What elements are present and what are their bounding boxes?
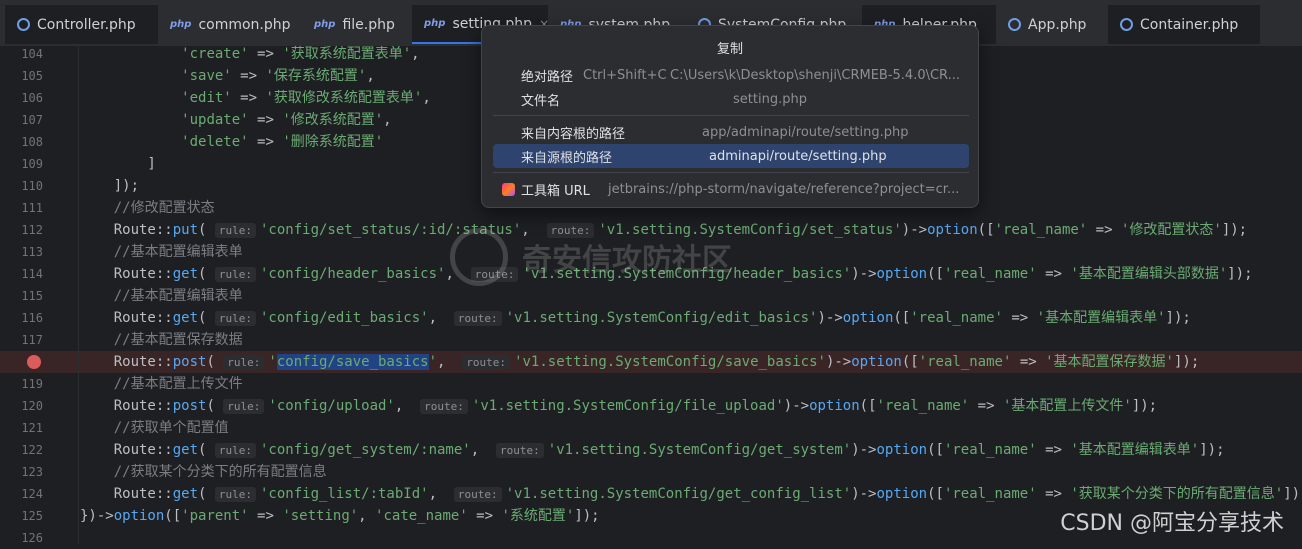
menu-item-label: 来自内容根的路径 bbox=[521, 126, 626, 142]
code-comment: //获取单个配置值 bbox=[80, 420, 229, 436]
line-number: 116 bbox=[21, 311, 43, 325]
code-comment: //修改配置状态 bbox=[80, 200, 215, 216]
tab-container[interactable]: Container.php bbox=[1108, 5, 1260, 44]
menu-item-absolute-path[interactable]: 绝对路径 Ctrl+Shift+C C:\Users\k\Desktop\she… bbox=[493, 63, 969, 87]
code-text: 'edit' => '获取修改系统配置表单', bbox=[181, 90, 431, 106]
menu-item-toolbox-url[interactable]: 工具箱 URL jetbrains://php-storm/navigate/r… bbox=[493, 177, 969, 201]
line-number: 125 bbox=[21, 509, 43, 523]
code-line[interactable]: 121 //获取单个配置值 bbox=[0, 417, 1302, 439]
line-number: 120 bbox=[21, 399, 43, 413]
code-text: Route::post( rule:'config/save_basics', … bbox=[80, 354, 1200, 370]
tab-label: common.php bbox=[198, 16, 291, 33]
code-text: Route::get( rule:'config/edit_basics', r… bbox=[80, 310, 1191, 326]
line-number: 123 bbox=[21, 465, 43, 479]
code-line[interactable]: 123 //获取某个分类下的所有配置信息 bbox=[0, 461, 1302, 483]
code-text: ] bbox=[80, 156, 156, 172]
code-text: Route::post( rule:'config/upload', route… bbox=[80, 398, 1158, 414]
php-icon: php bbox=[170, 19, 192, 30]
code-line[interactable]: 117 //基本配置保存数据 bbox=[0, 329, 1302, 351]
tab-label: App.php bbox=[1028, 16, 1087, 33]
line-number: 112 bbox=[21, 223, 43, 237]
code-line[interactable]: 124 Route::get( rule:'config_list/:tabId… bbox=[0, 483, 1302, 505]
watermark: 奇安信攻防社区 bbox=[450, 228, 732, 286]
copy-path-popup: 复制 绝对路径 Ctrl+Shift+C C:\Users\k\Desktop\… bbox=[481, 25, 979, 208]
code-comment: //基本配置上传文件 bbox=[80, 376, 243, 392]
menu-item-value: adminapi/route/setting.php bbox=[709, 148, 887, 164]
tab-file[interactable]: php file.php bbox=[302, 5, 412, 44]
menu-item-value: setting.php bbox=[733, 91, 807, 107]
tab-app[interactable]: App.php bbox=[996, 5, 1108, 44]
tab-label: file.php bbox=[342, 16, 395, 33]
code-text: 'delete' => '删除系统配置' bbox=[181, 134, 384, 150]
tab-label: Container.php bbox=[1140, 16, 1239, 33]
tab-controller[interactable]: Controller.php bbox=[5, 5, 158, 44]
line-number: 114 bbox=[21, 267, 43, 281]
line-number: 117 bbox=[21, 333, 43, 347]
code-text: 'create' => '获取系统配置表单', bbox=[181, 46, 420, 62]
line-number: 105 bbox=[21, 69, 43, 83]
line-number: 113 bbox=[21, 245, 43, 259]
line-number: 104 bbox=[21, 47, 43, 61]
code-comment: //获取某个分类下的所有配置信息 bbox=[80, 464, 327, 480]
code-line[interactable]: 115 //基本配置编辑表单 bbox=[0, 285, 1302, 307]
code-comment: //基本配置编辑表单 bbox=[80, 244, 243, 260]
line-number: 119 bbox=[21, 377, 43, 391]
menu-item-label: 绝对路径 bbox=[521, 69, 574, 85]
line-number: 106 bbox=[21, 91, 43, 105]
gutter-divider bbox=[78, 46, 79, 544]
menu-item-source-root-path[interactable]: 来自源根的路径 adminapi/route/setting.php bbox=[493, 144, 969, 168]
menu-separator bbox=[493, 172, 969, 173]
code-line[interactable]: 119 //基本配置上传文件 bbox=[0, 373, 1302, 395]
line-number: 111 bbox=[21, 201, 43, 215]
menu-item-label: 文件名 bbox=[521, 93, 561, 109]
code-line[interactable]: 120 Route::post( rule:'config/upload', r… bbox=[0, 395, 1302, 417]
menu-item-value: app/adminapi/route/setting.php bbox=[702, 124, 909, 140]
class-icon bbox=[1008, 18, 1021, 31]
line-number: 108 bbox=[21, 135, 43, 149]
jetbrains-toolbox-icon bbox=[502, 182, 515, 196]
menu-item-value: C:\Users\k\Desktop\shenji\CRMEB-5.4.0\CR… bbox=[670, 67, 961, 83]
tab-common[interactable]: php common.php bbox=[158, 5, 296, 44]
popup-title: 复制 bbox=[716, 42, 743, 57]
watermark-text: 奇安信攻防社区 bbox=[522, 243, 732, 278]
php-icon: php bbox=[314, 19, 336, 30]
code-text: ]); bbox=[80, 178, 140, 194]
line-number: 107 bbox=[21, 113, 43, 127]
breakpoint-icon[interactable] bbox=[27, 355, 41, 369]
code-text: Route::get( rule:'config_list/:tabId', r… bbox=[80, 486, 1302, 502]
menu-item-shortcut: Ctrl+Shift+C bbox=[583, 67, 667, 83]
line-number: 124 bbox=[21, 487, 43, 501]
menu-item-value: jetbrains://php-storm/navigate/reference… bbox=[608, 181, 960, 197]
line-number: 110 bbox=[21, 179, 43, 193]
line-number: 126 bbox=[21, 531, 43, 545]
line-number: 122 bbox=[21, 443, 43, 457]
code-comment: //基本配置保存数据 bbox=[80, 332, 243, 348]
code-text: })->option(['parent' => 'setting', 'cate… bbox=[80, 508, 600, 524]
code-text: Route::get( rule:'config/get_system/:nam… bbox=[80, 442, 1225, 458]
php-icon: php bbox=[424, 18, 446, 29]
csdn-watermark: CSDN @阿宝分享技术 bbox=[1060, 511, 1284, 536]
code-comment: //基本配置编辑表单 bbox=[80, 288, 243, 304]
menu-item-file-name[interactable]: 文件名 setting.php bbox=[493, 87, 969, 111]
line-number: 121 bbox=[21, 421, 43, 435]
menu-separator bbox=[493, 115, 969, 116]
menu-item-label: 来自源根的路径 bbox=[521, 150, 613, 166]
tab-label: Controller.php bbox=[37, 16, 136, 33]
class-icon bbox=[17, 18, 30, 31]
line-number: 109 bbox=[21, 157, 43, 171]
line-number: 115 bbox=[21, 289, 43, 303]
code-line[interactable]: 122 Route::get( rule:'config/get_system/… bbox=[0, 439, 1302, 461]
class-icon bbox=[1120, 18, 1133, 31]
watermark-logo-icon bbox=[450, 228, 508, 286]
code-text: 'update' => '修改系统配置', bbox=[181, 112, 392, 128]
menu-item-content-root-path[interactable]: 来自内容根的路径 app/adminapi/route/setting.php bbox=[493, 120, 969, 144]
menu-item-label: 工具箱 URL bbox=[521, 183, 590, 199]
code-line[interactable]: 116 Route::get( rule:'config/edit_basics… bbox=[0, 307, 1302, 329]
code-text: 'save' => '保存系统配置', bbox=[181, 68, 375, 84]
code-line-breakpoint[interactable]: Route::post( rule:'config/save_basics', … bbox=[0, 351, 1302, 373]
